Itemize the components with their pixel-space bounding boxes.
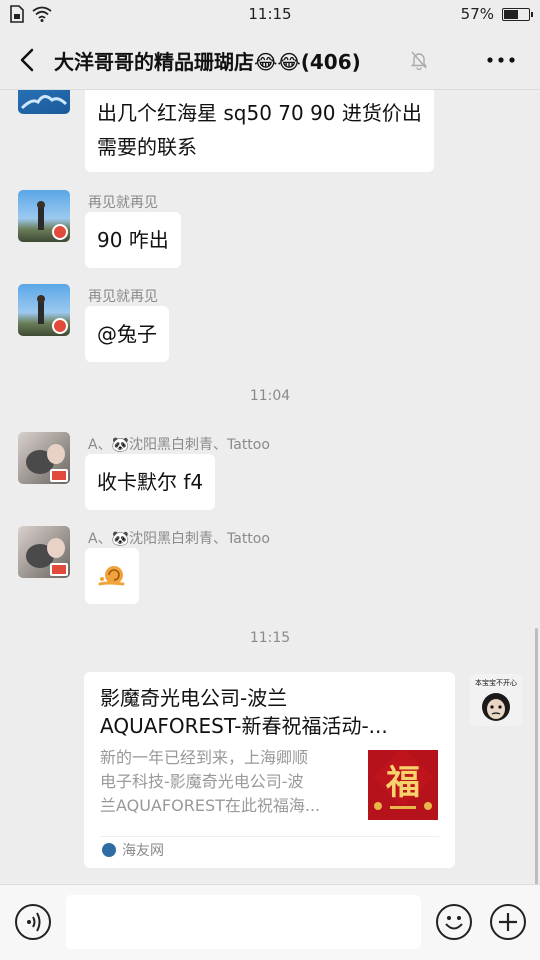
plus-icon (499, 913, 517, 931)
chat-title: 大洋哥哥的精品珊瑚店😂😂(406) (54, 50, 361, 74)
input-bar (0, 884, 540, 960)
message-bubble[interactable]: 收卡默尔 f4 (85, 454, 216, 510)
scrollbar[interactable] (535, 628, 538, 886)
link-desc-line: 电子科技-影魔奇光电公司-波 (100, 772, 304, 791)
fu-thumbnail-image: 福 (373, 750, 433, 810)
avatar-image (20, 95, 68, 110)
more-options-icon[interactable] (486, 48, 516, 72)
sender-name: 再见就再见 (88, 195, 158, 211)
message-text: 出几个红海星 sq50 70 90 进货价出 (97, 101, 422, 125)
message-bubble[interactable]: 出几个红海星 sq50 70 90 进货价出 需要的联系 (85, 90, 434, 172)
avatar[interactable] (18, 284, 70, 336)
message-bubble[interactable] (85, 548, 139, 604)
time-divider: 11:15 (249, 630, 291, 646)
sender-name: A、🐼沈阳黑白刺青、Tattoo (88, 437, 270, 453)
message-text: 收卡默尔 f4 (97, 470, 204, 494)
status-bar: 11:15 57% (0, 0, 540, 30)
snail-sticker-icon (98, 566, 125, 586)
link-thumbnail: 福 (368, 750, 438, 820)
link-desc-line: 新的一年已经到来，上海卿顺 (100, 748, 309, 767)
link-title: 影魔奇光电公司-波兰 AQUAFOREST-新春祝福活动-... (100, 684, 440, 740)
time-divider: 11:04 (249, 388, 291, 404)
battery-icon (502, 7, 533, 21)
battery-fill (504, 9, 518, 19)
avatar[interactable] (18, 432, 70, 484)
link-title-line: AQUAFOREST-新春祝福活动-... (100, 714, 388, 738)
message-bubble[interactable]: 90 咋出 (85, 212, 181, 268)
avatar-image: 本宝宝不开心 (475, 678, 517, 721)
link-source-name: 海友网 (122, 843, 164, 859)
status-icons-right: 57% (460, 5, 533, 23)
link-source: 海友网 (102, 840, 164, 860)
my-avatar[interactable]: 本宝宝不开心 (470, 674, 522, 726)
thumb-char: 福 (385, 763, 420, 803)
message-list[interactable]: 出几个红海星 sq50 70 90 进货价出 需要的联系 再见就再见 90 咋出… (0, 90, 540, 884)
avatar[interactable] (18, 90, 70, 114)
battery-percent: 57% (460, 5, 494, 23)
message-text: 需要的联系 (97, 135, 197, 159)
link-title-line: 影魔奇光电公司-波兰 (100, 686, 288, 710)
link-divider (100, 836, 439, 837)
chat-header: 大洋哥哥的精品珊瑚店😂😂(406) (0, 30, 540, 90)
message-text: 90 咋出 (97, 228, 169, 252)
mute-bell-icon (410, 51, 428, 70)
link-share-card[interactable]: 影魔奇光电公司-波兰 AQUAFOREST-新春祝福活动-... 新的一年已经到… (84, 672, 455, 868)
message-bubble[interactable]: @兔子 (85, 306, 169, 362)
smiley-icon (445, 916, 463, 930)
avatar[interactable] (18, 526, 70, 578)
more-functions-button[interactable] (490, 904, 526, 940)
sticker-caption: 本宝宝不开心 (475, 678, 517, 687)
voice-icon (27, 912, 41, 932)
avatar[interactable] (18, 190, 70, 242)
flag-badge-icon (52, 224, 68, 240)
message-text: @兔子 (97, 322, 157, 346)
source-logo-icon (102, 843, 116, 857)
flag-badge-icon (50, 469, 68, 482)
status-time: 11:15 (248, 5, 292, 23)
flag-badge-icon (50, 563, 68, 576)
emoji-button[interactable] (436, 904, 472, 940)
sender-name: A、🐼沈阳黑白刺青、Tattoo (88, 531, 270, 547)
flag-badge-icon (52, 318, 68, 334)
message-input[interactable] (66, 895, 421, 949)
back-arrow-icon[interactable] (14, 44, 42, 76)
voice-input-button[interactable] (15, 904, 51, 940)
sender-name: 再见就再见 (88, 289, 158, 305)
link-desc-line: 兰AQUAFOREST在此祝福海... (100, 796, 321, 815)
link-description: 新的一年已经到来，上海卿顺 电子科技-影魔奇光电公司-波 兰AQUAFOREST… (100, 746, 355, 818)
